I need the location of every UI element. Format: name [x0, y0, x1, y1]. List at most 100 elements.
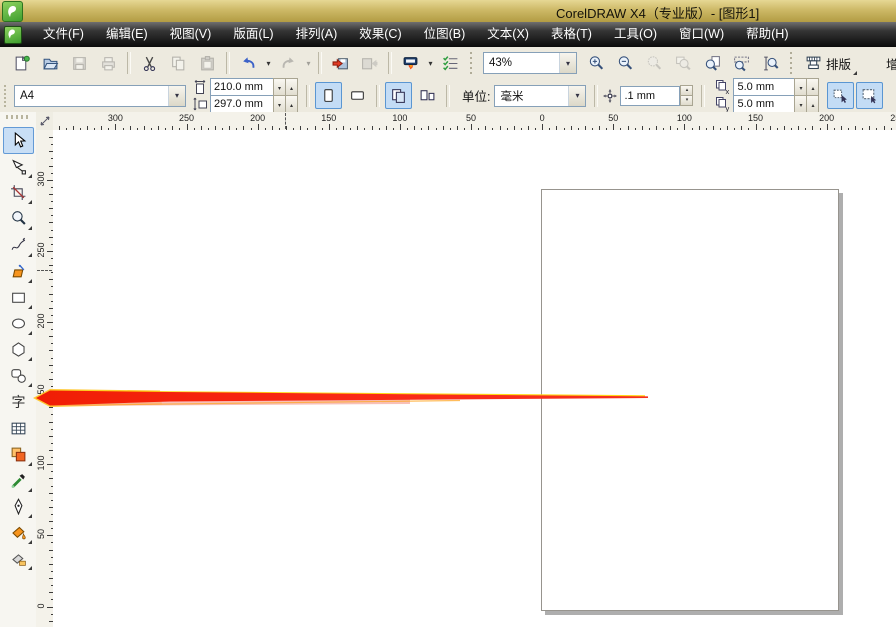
redo-button[interactable] — [276, 51, 301, 76]
ellipse-tool[interactable] — [3, 310, 34, 337]
treat-as-filled-toggle[interactable] — [827, 82, 855, 109]
zoom-width-button[interactable] — [729, 51, 754, 76]
current-page-button[interactable] — [414, 82, 441, 109]
pick-tool[interactable] — [3, 127, 34, 154]
welcome-button[interactable] — [398, 51, 423, 76]
menu-item-effects[interactable]: 效果(C) — [348, 22, 412, 47]
outline-tool[interactable] — [3, 493, 34, 520]
print-button[interactable] — [96, 51, 121, 76]
undo-dropdown-arrow[interactable]: ▾ — [263, 52, 274, 75]
menu-item-bitmaps[interactable]: 位图(B) — [413, 22, 477, 47]
drawing-canvas[interactable] — [53, 130, 896, 627]
open-button[interactable] — [38, 51, 63, 76]
toolbox-grip[interactable] — [6, 115, 30, 119]
paper-width-spinner[interactable]: ▾ ▴ — [273, 78, 298, 98]
menu-item-help[interactable]: 帮助(H) — [735, 22, 799, 47]
duplicate-x-spinner[interactable]: ▾ ▴ — [794, 78, 820, 98]
zoom-level-combo[interactable]: 43% ▾ — [483, 52, 577, 74]
vruler-label-100: 100 — [36, 455, 46, 471]
import-button[interactable] — [328, 51, 353, 76]
all-pages-button[interactable] — [385, 82, 412, 109]
units-combo[interactable]: 毫米 ▾ — [494, 84, 587, 107]
duplicate-y-spinner[interactable]: ▾ ▴ — [794, 95, 820, 115]
title-bar[interactable]: CorelDRAW X4（专业版）- [图形1] — [0, 0, 896, 23]
landscape-button[interactable] — [344, 82, 371, 109]
zoom-height-button[interactable] — [758, 51, 783, 76]
combo-arrow-icon[interactable]: ▾ — [559, 53, 576, 73]
toolbar-separator — [388, 52, 392, 74]
current-page-icon — [420, 90, 435, 101]
portrait-button[interactable] — [315, 82, 342, 109]
crop-tool[interactable] — [3, 179, 34, 206]
document-app-icon[interactable] — [4, 25, 22, 44]
zoom-tool[interactable] — [3, 205, 34, 232]
toolbar-separator — [226, 52, 230, 74]
horizontal-ruler[interactable]: 350 300 250 200 150 100 50 0 50 100 150 200 250 — [53, 112, 896, 131]
undo-button[interactable] — [236, 51, 261, 76]
table-tool[interactable] — [3, 415, 34, 442]
combo-arrow-icon[interactable]: ▾ — [568, 85, 586, 106]
checklist-button[interactable] — [438, 51, 463, 76]
duplicate-y-field[interactable] — [733, 95, 796, 113]
rectangle-tool[interactable] — [3, 284, 34, 311]
marquee-select-toggle[interactable] — [856, 82, 884, 109]
cut-button[interactable] — [137, 51, 162, 76]
redo-dropdown-arrow[interactable]: ▾ — [303, 52, 314, 75]
menu-item-layout[interactable]: 版面(L) — [222, 22, 284, 47]
hruler-label-300: 300 — [107, 113, 123, 123]
eyedropper-tool[interactable] — [3, 467, 34, 494]
paper-height-icon — [193, 97, 207, 111]
welcome-dropdown-arrow[interactable]: ▾ — [425, 52, 436, 75]
cut-icon — [141, 55, 158, 72]
new-button[interactable] — [9, 51, 34, 76]
toolbar-grip[interactable] — [789, 52, 794, 74]
menu-item-edit[interactable]: 编辑(E) — [95, 22, 159, 47]
shape-tool[interactable] — [3, 153, 34, 180]
smart-fill-tool[interactable] — [3, 258, 34, 285]
zoom-all-button[interactable] — [671, 51, 696, 76]
paper-height-field[interactable] — [210, 95, 274, 113]
zoom-selected-button[interactable] — [642, 51, 667, 76]
shape-tool-icon — [10, 158, 27, 175]
blend-tool[interactable] — [3, 441, 34, 468]
zoom-out-button[interactable] — [613, 51, 638, 76]
menu-item-file[interactable]: 文件(F) — [32, 22, 95, 47]
menu-item-table[interactable]: 表格(T) — [540, 22, 603, 47]
toolbar-grip[interactable] — [469, 52, 474, 74]
fill-tool[interactable] — [3, 519, 34, 546]
new-icon — [13, 55, 30, 72]
paper-preset-combo[interactable]: A4 ▾ — [14, 84, 186, 107]
vruler-label-250: 250 — [36, 242, 46, 258]
hruler-label-150: 150 — [748, 113, 764, 123]
freehand-tool[interactable] — [3, 232, 34, 259]
layout-app-button[interactable]: 排版 — [798, 51, 858, 76]
menu-item-text[interactable]: 文本(X) — [476, 22, 540, 47]
menu-item-tools[interactable]: 工具(O) — [603, 22, 668, 47]
paper-width-field[interactable] — [210, 78, 274, 96]
artistic-stroke-object[interactable] — [30, 385, 655, 410]
paper-height-spinner[interactable]: ▾ ▴ — [273, 95, 298, 115]
export-button[interactable] — [357, 51, 382, 76]
treat-as-filled-icon — [834, 89, 848, 103]
zoom-page-button[interactable] — [700, 51, 725, 76]
plugin-app-button[interactable]: 增强插件 — [858, 51, 896, 76]
copy-button[interactable] — [166, 51, 191, 76]
paste-button[interactable] — [195, 51, 220, 76]
menu-item-view[interactable]: 视图(V) — [159, 22, 223, 47]
zoom-in-button[interactable] — [584, 51, 609, 76]
interactive-fill-tool[interactable] — [3, 545, 34, 572]
menu-item-arrange[interactable]: 排列(A) — [285, 22, 349, 47]
ruler-origin-corner[interactable] — [36, 112, 54, 131]
smart-fill-tool-icon — [10, 263, 27, 280]
nudge-offset-field[interactable] — [620, 85, 681, 106]
nudge-spinner[interactable]: ▴ ▾ — [680, 84, 694, 106]
vertical-ruler[interactable]: 300 250 200 150 100 50 0 — [36, 130, 54, 627]
duplicate-x-field[interactable] — [733, 78, 796, 96]
property-bar-grip[interactable] — [3, 84, 8, 107]
polygon-tool[interactable] — [3, 336, 34, 363]
save-button[interactable] — [67, 51, 92, 76]
flyout-indicator — [28, 200, 32, 205]
plugin-app-label: 增强插件 — [886, 57, 896, 72]
menu-item-window[interactable]: 窗口(W) — [668, 22, 735, 47]
combo-arrow-icon[interactable]: ▾ — [168, 85, 185, 106]
